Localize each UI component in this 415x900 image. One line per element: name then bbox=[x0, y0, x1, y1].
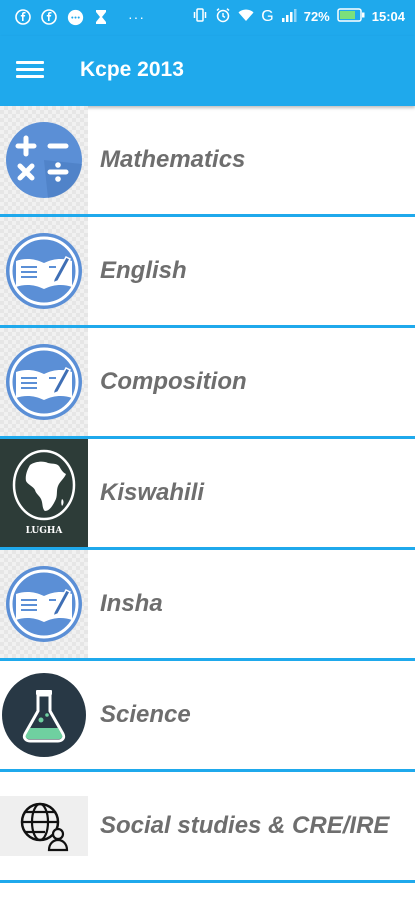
list-item-mathematics[interactable]: Mathematics bbox=[0, 106, 415, 217]
list-item-composition[interactable]: Composition bbox=[0, 328, 415, 439]
open-book-pen-icon bbox=[0, 550, 88, 658]
subject-label: Social studies & CRE/IRE bbox=[100, 812, 390, 839]
battery-icon bbox=[337, 8, 365, 25]
open-book-pen-icon bbox=[0, 217, 88, 325]
facebook-notification-icon bbox=[14, 8, 32, 26]
battery-percent: 72% bbox=[303, 9, 330, 24]
clock-time: 15:04 bbox=[371, 9, 405, 24]
math-operators-icon bbox=[0, 106, 88, 214]
hourglass-icon bbox=[92, 8, 110, 26]
africa-map-icon: LUGHA bbox=[0, 439, 88, 547]
lugha-caption: LUGHA bbox=[26, 526, 64, 536]
subject-label: Composition bbox=[100, 368, 247, 395]
page-title: Kcpe 2013 bbox=[80, 58, 184, 81]
messenger-icon bbox=[66, 8, 84, 26]
subject-list: Mathematics English Composition LUGHA Ki… bbox=[0, 106, 415, 883]
wifi-icon bbox=[238, 8, 254, 25]
list-item-insha[interactable]: Insha bbox=[0, 550, 415, 661]
subject-label: Insha bbox=[100, 590, 163, 617]
subject-label: Science bbox=[100, 701, 191, 728]
open-book-pen-icon bbox=[0, 328, 88, 436]
alarm-icon bbox=[215, 7, 231, 26]
hamburger-menu-icon[interactable] bbox=[16, 58, 44, 82]
subject-label: English bbox=[100, 257, 187, 284]
flask-icon bbox=[0, 661, 88, 769]
app-bar: Kcpe 2013 bbox=[0, 36, 415, 106]
subject-label: Kiswahili bbox=[100, 479, 205, 506]
network-type: G bbox=[261, 7, 274, 25]
signal-icon bbox=[281, 8, 297, 25]
list-item-science[interactable]: Science bbox=[0, 661, 415, 772]
globe-person-icon bbox=[0, 772, 88, 880]
list-item-kiswahili[interactable]: LUGHA Kiswahili bbox=[0, 439, 415, 550]
subject-label: Mathematics bbox=[100, 146, 246, 173]
list-item-social-studies[interactable]: Social studies & CRE/IRE bbox=[0, 772, 415, 883]
more-notifications-dots: ··· bbox=[128, 9, 145, 25]
list-item-english[interactable]: English bbox=[0, 217, 415, 328]
vibrate-icon bbox=[192, 7, 208, 26]
facebook-notification-icon bbox=[40, 8, 58, 26]
status-bar: ··· G 72% 15:04 bbox=[0, 0, 415, 36]
